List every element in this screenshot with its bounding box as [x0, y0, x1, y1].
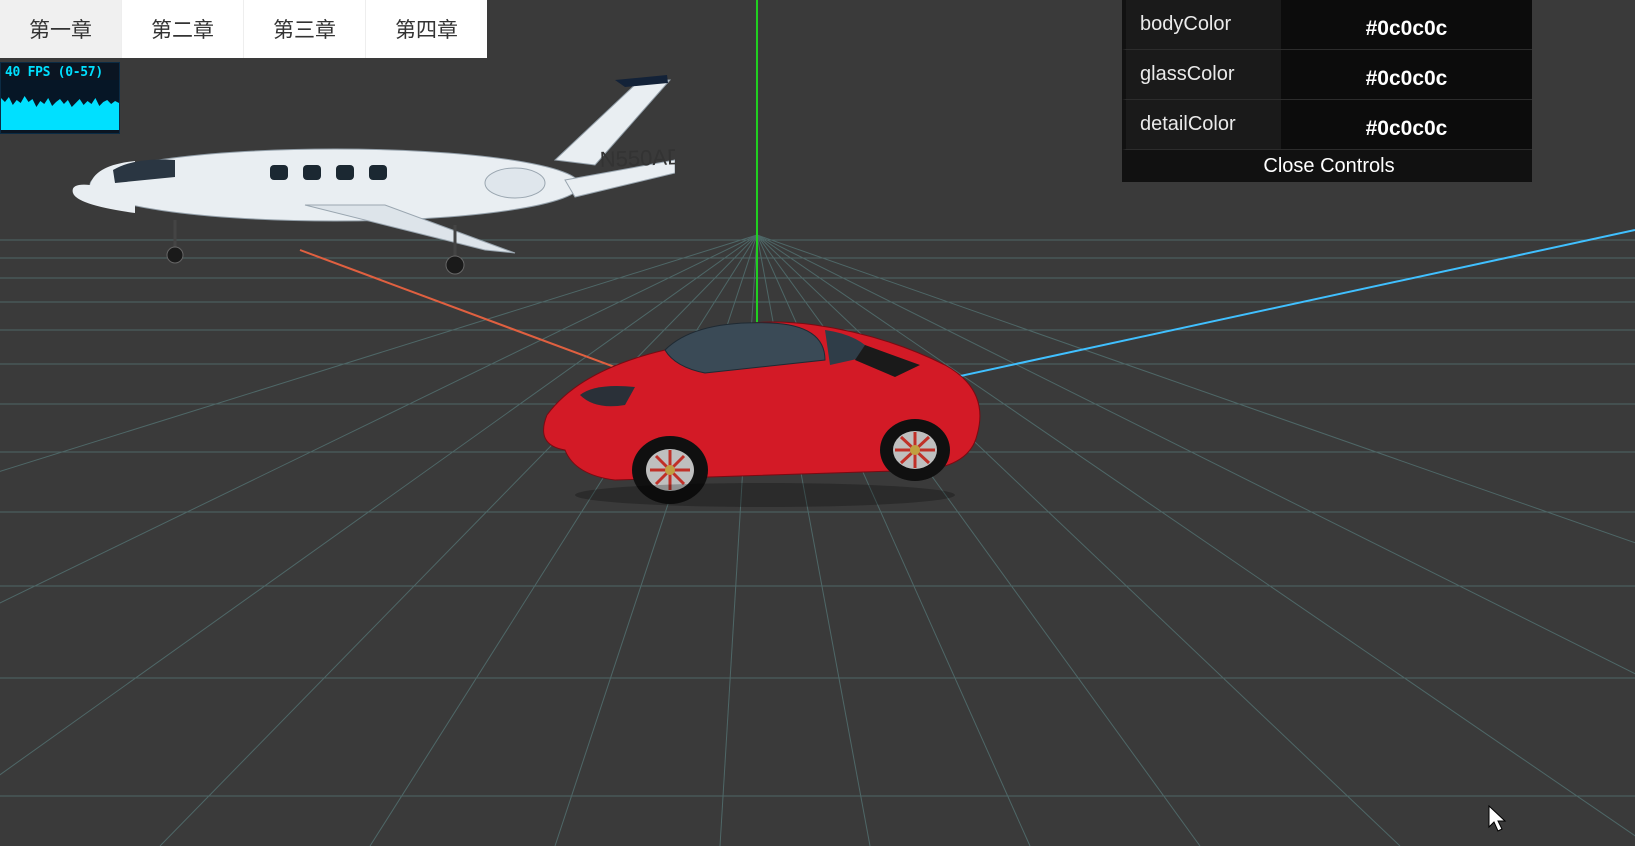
gui-value-detailColor: #0c0c0c	[1366, 117, 1448, 141]
mouse-cursor-icon	[1487, 805, 1509, 833]
fps-chart	[1, 80, 119, 130]
tab-chapter-3[interactable]: 第三章	[244, 0, 366, 58]
gui-swatch-bodyColor[interactable]: #0c0c0c	[1281, 0, 1532, 49]
gui-row-detailColor[interactable]: detailColor #0c0c0c	[1122, 100, 1532, 150]
gui-value-bodyColor: #0c0c0c	[1366, 17, 1448, 41]
tab-chapter-4[interactable]: 第四章	[366, 0, 487, 58]
car-model[interactable]	[525, 295, 995, 510]
gui-value-glassColor: #0c0c0c	[1366, 67, 1448, 91]
gui-swatch-glassColor[interactable]: #0c0c0c	[1281, 50, 1532, 99]
gui-label-bodyColor: bodyColor	[1126, 0, 1281, 49]
chapter-tabs: 第一章 第二章 第三章 第四章	[0, 0, 487, 58]
3d-viewport[interactable]: N550AD	[0, 0, 1635, 846]
gui-controls-panel: bodyColor #0c0c0c glassColor #0c0c0c det…	[1122, 0, 1532, 182]
tab-chapter-2[interactable]: 第二章	[122, 0, 244, 58]
fps-stats-panel[interactable]: 40 FPS (0-57)	[0, 62, 120, 134]
gui-label-glassColor: glassColor	[1126, 50, 1281, 99]
airplane-model[interactable]: N550AD	[55, 65, 675, 275]
gui-label-detailColor: detailColor	[1126, 100, 1281, 149]
gui-row-bodyColor[interactable]: bodyColor #0c0c0c	[1122, 0, 1532, 50]
plane-tail-text: N550AD	[599, 144, 675, 172]
gui-close-controls[interactable]: Close Controls	[1122, 150, 1532, 182]
gui-row-glassColor[interactable]: glassColor #0c0c0c	[1122, 50, 1532, 100]
fps-label: 40 FPS (0-57)	[1, 63, 119, 80]
gui-swatch-detailColor[interactable]: #0c0c0c	[1281, 100, 1532, 149]
tab-chapter-1[interactable]: 第一章	[0, 0, 122, 58]
